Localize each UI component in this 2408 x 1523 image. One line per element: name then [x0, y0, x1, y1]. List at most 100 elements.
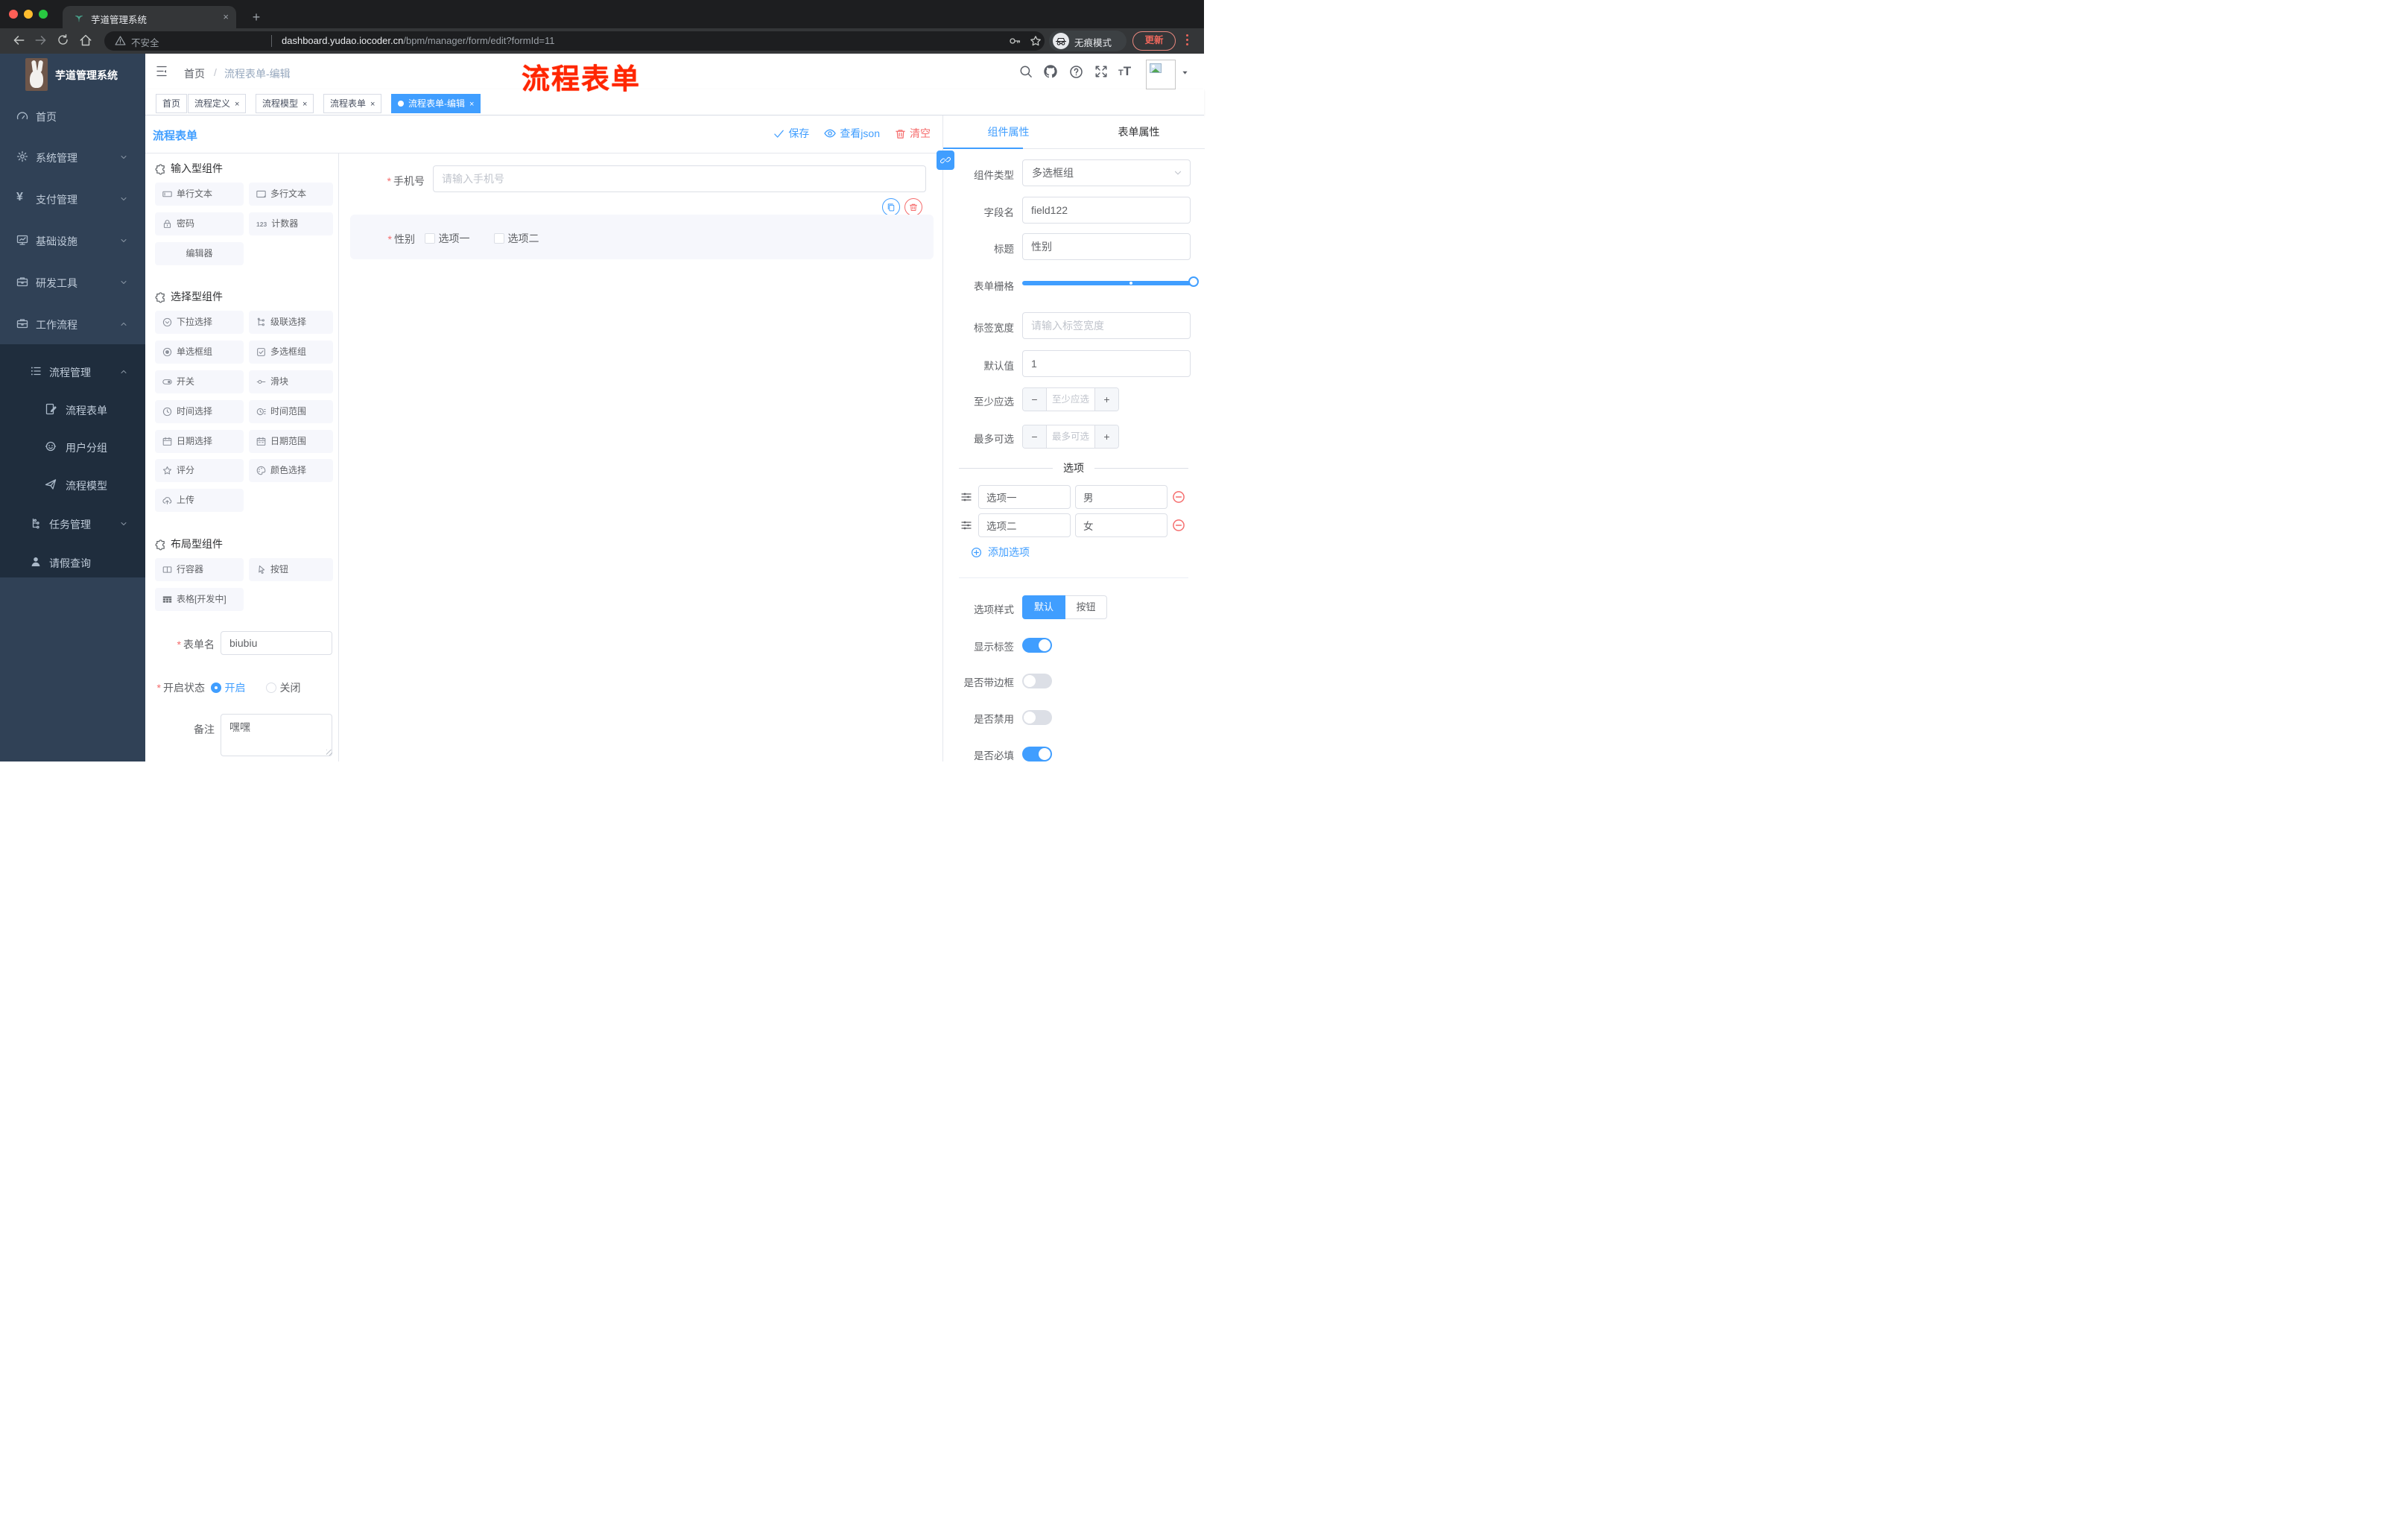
sidebar-item-home[interactable]: 首页	[0, 95, 145, 136]
status-radio-off[interactable]: 关闭	[266, 680, 300, 695]
browser-menu-icon[interactable]	[1186, 34, 1188, 48]
help-icon[interactable]	[1069, 65, 1083, 79]
link-handle-button[interactable]	[937, 151, 954, 170]
selected-component-gender[interactable]: 性别 选项一 选项二	[350, 215, 934, 259]
add-option-button[interactable]: 添加选项	[971, 545, 1030, 560]
phone-field-input[interactable]	[433, 165, 926, 192]
close-icon[interactable]: ×	[302, 100, 307, 109]
tab-form-props[interactable]: 表单属性	[1074, 115, 1204, 149]
component-item-upload[interactable]: 上传	[155, 489, 244, 512]
component-item-editor[interactable]: 编辑器	[155, 242, 244, 265]
component-item-radio-group[interactable]: 单选框组	[155, 341, 244, 364]
stepper-plus-button[interactable]: +	[1094, 425, 1118, 448]
sidebar-logo[interactable]: 芋道管理系统	[0, 54, 145, 95]
delete-component-button[interactable]	[904, 198, 922, 216]
default-value-input[interactable]	[1022, 350, 1191, 377]
avatar[interactable]	[1146, 60, 1176, 89]
status-radio-on[interactable]: 开启	[211, 680, 245, 695]
sidebar-item-task-mgmt[interactable]: 任务管理	[0, 504, 145, 542]
window-close-button[interactable]	[9, 10, 18, 19]
option2-value-input[interactable]	[1075, 513, 1167, 537]
browser-tab[interactable]: 芋道管理系统 ×	[63, 6, 236, 28]
form-canvas[interactable]: 手机号 性别 选项一 选项二	[339, 153, 942, 762]
style-button-button[interactable]: 按钮	[1065, 595, 1107, 619]
gender-checkbox-1[interactable]: 选项一	[425, 231, 469, 246]
fontsize-icon[interactable]: TT	[1118, 64, 1131, 79]
stepper-plus-button[interactable]: +	[1094, 388, 1118, 411]
close-icon[interactable]: ×	[469, 100, 474, 109]
sidebar-item-process-form[interactable]: 流程表单	[0, 390, 145, 428]
url-text[interactable]: dashboard.yudao.iocoder.cn/bpm/manager/f…	[282, 35, 555, 46]
new-tab-button[interactable]: +	[247, 7, 266, 27]
update-button[interactable]: 更新	[1132, 31, 1176, 51]
remove-option-icon[interactable]	[1172, 490, 1185, 504]
title-input[interactable]	[1022, 233, 1191, 260]
not-secure-warning-icon[interactable]	[115, 35, 126, 46]
sidebar-collapse-icon[interactable]	[156, 65, 171, 80]
component-item-password[interactable]: 密码	[155, 212, 244, 235]
sidebar-item-system[interactable]: 系统管理	[0, 136, 145, 177]
key-icon[interactable]	[1009, 35, 1021, 47]
style-default-button[interactable]: 默认	[1022, 595, 1065, 619]
grid-slider[interactable]	[1022, 276, 1199, 287]
option1-value-input[interactable]	[1075, 485, 1167, 509]
drag-handle-icon[interactable]	[960, 519, 972, 531]
component-item-color-picker[interactable]: 颜色选择	[249, 459, 333, 482]
form-remark-textarea[interactable]: 嘿嘿	[221, 714, 332, 756]
slider-handle[interactable]	[1188, 276, 1199, 287]
disabled-toggle[interactable]	[1022, 710, 1052, 725]
tab-component-props[interactable]: 组件属性	[943, 115, 1074, 149]
option2-name-input[interactable]	[978, 513, 1071, 537]
component-item-date-picker[interactable]: 日期选择	[155, 430, 244, 453]
sidebar-item-process-model[interactable]: 流程模型	[0, 466, 145, 504]
sidebar-item-user-group[interactable]: 用户分组	[0, 428, 145, 466]
border-toggle[interactable]	[1022, 674, 1052, 688]
tab-close-icon[interactable]: ×	[223, 11, 229, 22]
sidebar-item-process-mgmt[interactable]: 流程管理	[0, 352, 145, 390]
bookmark-star-icon[interactable]	[1030, 35, 1042, 47]
field-name-input[interactable]	[1022, 197, 1191, 224]
component-item-time-range[interactable]: 时间范围	[249, 400, 333, 423]
form-name-input[interactable]	[221, 631, 332, 655]
github-icon[interactable]	[1043, 64, 1058, 79]
tag-home[interactable]: 首页	[156, 94, 188, 113]
reload-icon[interactable]	[57, 34, 69, 46]
window-minimize-button[interactable]	[24, 10, 33, 19]
fullscreen-icon[interactable]	[1094, 65, 1108, 78]
tag-process-form-edit[interactable]: 流程表单-编辑 ×	[391, 94, 481, 113]
component-item-select[interactable]: 下拉选择	[155, 311, 244, 334]
component-item-single-text[interactable]: 单行文本	[155, 183, 244, 206]
component-item-table[interactable]: 表格[开发中]	[155, 588, 244, 611]
stepper-minus-button[interactable]: −	[1023, 425, 1047, 448]
min-select-value[interactable]: 至少应选	[1047, 388, 1094, 411]
tag-process-definition[interactable]: 流程定义 ×	[188, 94, 247, 113]
textarea-resize-handle[interactable]	[326, 750, 332, 756]
drag-handle-icon[interactable]	[960, 491, 972, 503]
component-type-select[interactable]: 多选框组	[1022, 159, 1191, 186]
copy-component-button[interactable]	[882, 198, 900, 216]
component-item-slider[interactable]: 滑块	[249, 370, 333, 393]
required-toggle[interactable]	[1022, 747, 1052, 762]
gender-checkbox-2[interactable]: 选项二	[494, 231, 539, 246]
component-item-checkbox-group[interactable]: 多选框组	[249, 341, 333, 364]
sidebar-item-leave-query[interactable]: 请假查询	[0, 543, 145, 581]
max-select-value[interactable]: 最多可选	[1047, 425, 1094, 448]
component-item-cascader[interactable]: 级联选择	[249, 311, 333, 334]
component-item-switch[interactable]: 开关	[155, 370, 244, 393]
component-item-time-picker[interactable]: 时间选择	[155, 400, 244, 423]
save-button[interactable]: 保存	[773, 126, 809, 141]
stepper-minus-button[interactable]: −	[1023, 388, 1047, 411]
tag-process-form[interactable]: 流程表单 ×	[323, 94, 382, 113]
sidebar-item-infra[interactable]: 基础设施	[0, 219, 145, 261]
back-icon[interactable]	[12, 34, 25, 47]
component-item-counter[interactable]: 123 计数器	[249, 212, 333, 235]
search-icon[interactable]	[1019, 65, 1033, 78]
forward-icon[interactable]	[34, 34, 48, 47]
tag-process-model[interactable]: 流程模型 ×	[256, 94, 314, 113]
url-bar[interactable]: 不安全 dashboard.yudao.iocoder.cn/bpm/manag…	[104, 31, 1045, 51]
sidebar-item-devtool[interactable]: 研发工具	[0, 261, 145, 303]
close-icon[interactable]: ×	[370, 100, 375, 109]
clear-button[interactable]: 清空	[895, 126, 931, 141]
window-zoom-button[interactable]	[39, 10, 48, 19]
sidebar-item-payment[interactable]: ¥ 支付管理	[0, 177, 145, 219]
